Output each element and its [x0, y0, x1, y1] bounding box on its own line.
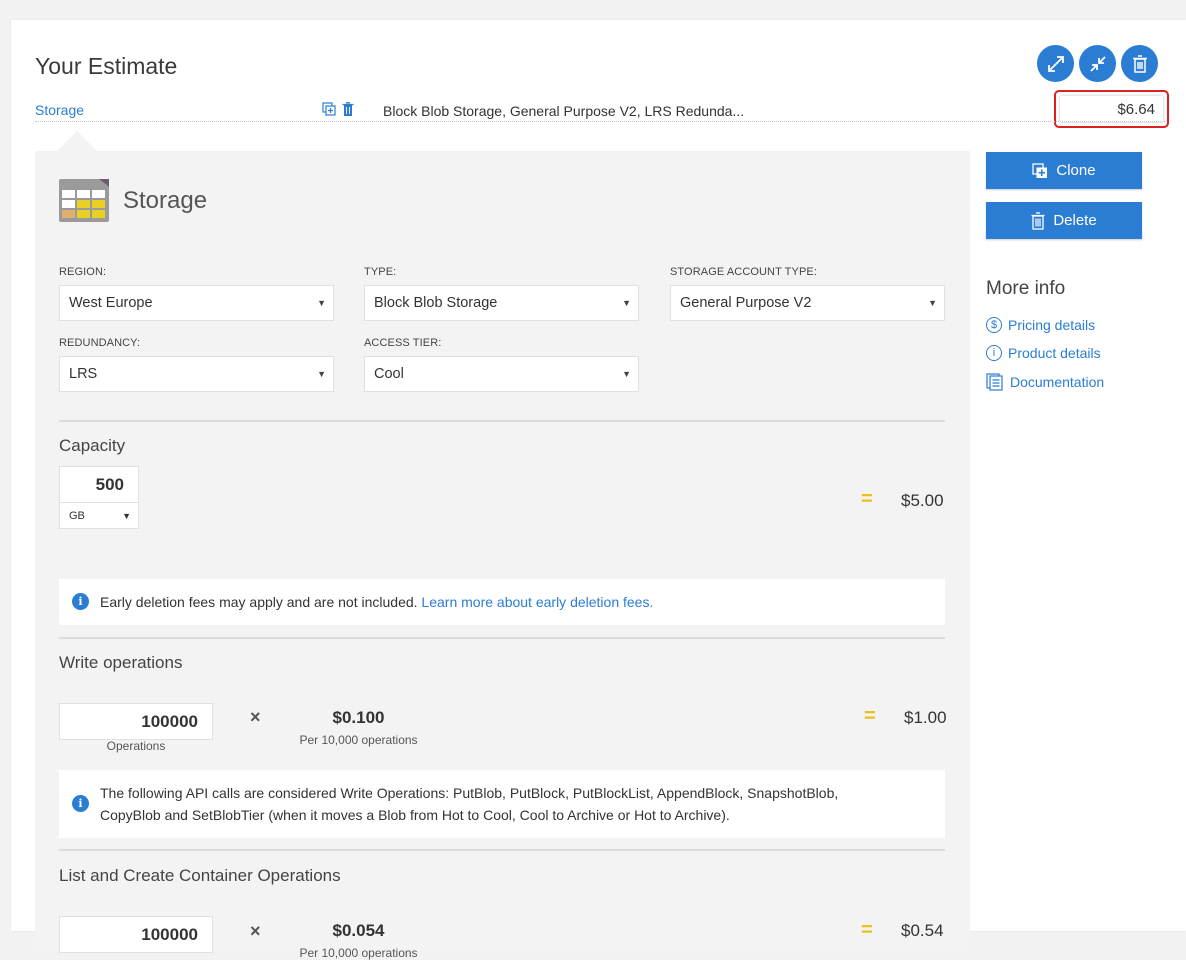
clone-label: Clone: [1056, 162, 1096, 179]
pricing-details-label: Pricing details: [1008, 317, 1096, 333]
pricing-details-link[interactable]: $ Pricing details: [986, 317, 1095, 333]
page-title: Your Estimate: [35, 53, 178, 79]
chevron-down-icon: ▼: [622, 369, 631, 379]
estimate-actions: [1037, 45, 1158, 82]
collapse-icon: [1089, 55, 1106, 72]
early-deletion-info: i Early deletion fees may apply and are …: [59, 579, 945, 625]
access-tier-label: ACCESS TIER:: [364, 337, 442, 349]
clone-icon[interactable]: [322, 102, 336, 116]
type-value: Block Blob Storage: [374, 295, 498, 311]
trash-icon: [1132, 54, 1147, 73]
multiply-icon: ×: [250, 921, 261, 941]
capacity-input-group: 500 GB ▼: [59, 466, 139, 529]
document-icon: [986, 373, 1003, 391]
write-ops-rate-caption: Per 10,000 operations: [299, 733, 418, 747]
expand-icon: [1047, 55, 1064, 72]
list-ops-total: $0.54: [901, 921, 944, 940]
capacity-unit-select[interactable]: GB ▼: [60, 502, 138, 528]
service-panel: Storage REGION: West Europe ▼ TYPE: Bloc…: [35, 131, 970, 960]
chevron-down-icon: ▼: [317, 298, 326, 308]
service-header: Storage: [59, 179, 207, 222]
estimate-row-total-value: $6.64: [1117, 100, 1155, 118]
panel-pointer: [57, 131, 97, 151]
section-divider: [59, 637, 945, 639]
delete-all-button[interactable]: [1121, 45, 1158, 82]
early-deletion-link[interactable]: Learn more about early deletion fees.: [421, 594, 653, 610]
write-ops-input[interactable]: 100000: [59, 703, 213, 740]
capacity-input[interactable]: 500: [96, 475, 124, 495]
redundancy-select[interactable]: LRS ▼: [59, 356, 334, 392]
more-info-title: More info: [986, 278, 1066, 299]
equals-icon: =: [861, 488, 873, 510]
product-details-label: Product details: [1008, 345, 1101, 361]
write-ops-info: i The following API calls are considered…: [59, 770, 945, 838]
capacity-unit-value: GB: [69, 510, 85, 522]
list-ops-rate: $0.054: [332, 921, 385, 940]
row-divider: [35, 121, 1165, 122]
write-ops-caption: Operations: [106, 739, 166, 753]
chevron-down-icon: ▼: [122, 511, 131, 521]
type-select[interactable]: Block Blob Storage ▼: [364, 285, 639, 321]
clone-icon: [1032, 162, 1048, 178]
info-icon: i: [986, 345, 1002, 361]
write-ops-info-line2: CopyBlob and SetBlobTier (when it moves …: [100, 807, 730, 823]
account-type-value: General Purpose V2: [680, 295, 812, 311]
chevron-down-icon: ▼: [317, 369, 326, 379]
write-ops-title: Write operations: [59, 653, 183, 672]
capacity-title: Capacity: [59, 436, 126, 455]
write-ops-rate: $0.100: [332, 708, 385, 727]
delete-button[interactable]: Delete: [986, 202, 1142, 239]
capacity-total: $5.00: [901, 491, 944, 510]
clone-button[interactable]: Clone: [986, 152, 1142, 189]
early-deletion-text: Early deletion fees may apply and are no…: [100, 594, 418, 610]
info-icon: i: [72, 795, 89, 812]
estimate-row-name[interactable]: Storage: [35, 102, 84, 118]
region-value: West Europe: [69, 295, 153, 311]
estimate-row-actions: [322, 102, 354, 116]
estimate-page: Your Estimate Storage Block Blob Storage…: [11, 20, 1186, 960]
account-type-label: STORAGE ACCOUNT TYPE:: [670, 266, 817, 278]
documentation-link[interactable]: Documentation: [986, 373, 1104, 391]
chevron-down-icon: ▼: [622, 298, 631, 308]
storage-icon: [59, 179, 109, 222]
region-label: REGION:: [59, 266, 107, 278]
info-icon: i: [72, 593, 89, 610]
type-label: TYPE:: [364, 266, 397, 278]
section-divider: [59, 420, 945, 422]
account-type-select[interactable]: General Purpose V2 ▼: [670, 285, 945, 321]
list-ops-input[interactable]: 100000: [59, 916, 213, 953]
redundancy-value: LRS: [69, 366, 98, 382]
product-details-link[interactable]: i Product details: [986, 345, 1101, 361]
write-ops-info-line1: The following API calls are considered W…: [100, 785, 839, 801]
multiply-icon: ×: [250, 707, 261, 727]
estimate-row-description: Block Blob Storage, General Purpose V2, …: [383, 103, 745, 119]
dollar-icon: $: [986, 317, 1002, 333]
equals-icon: =: [864, 705, 876, 727]
collapse-all-button[interactable]: [1079, 45, 1116, 82]
list-ops-rate-caption: Per 10,000 operations: [299, 946, 418, 960]
section-divider: [59, 849, 945, 851]
region-select[interactable]: West Europe ▼: [59, 285, 334, 321]
list-ops-title: List and Create Container Operations: [59, 866, 341, 885]
service-title: Storage: [123, 186, 208, 214]
access-tier-select[interactable]: Cool ▼: [364, 356, 639, 392]
delete-label: Delete: [1053, 212, 1097, 229]
chevron-down-icon: ▼: [928, 298, 937, 308]
write-ops-total: $1.00: [904, 708, 947, 727]
trash-icon: [1031, 211, 1045, 230]
redundancy-label: REDUNDANCY:: [59, 337, 141, 349]
estimate-row-total: $6.64: [1054, 90, 1169, 128]
access-tier-value: Cool: [374, 366, 404, 382]
documentation-label: Documentation: [1010, 374, 1105, 390]
trash-icon[interactable]: [342, 102, 354, 116]
expand-all-button[interactable]: [1037, 45, 1074, 82]
